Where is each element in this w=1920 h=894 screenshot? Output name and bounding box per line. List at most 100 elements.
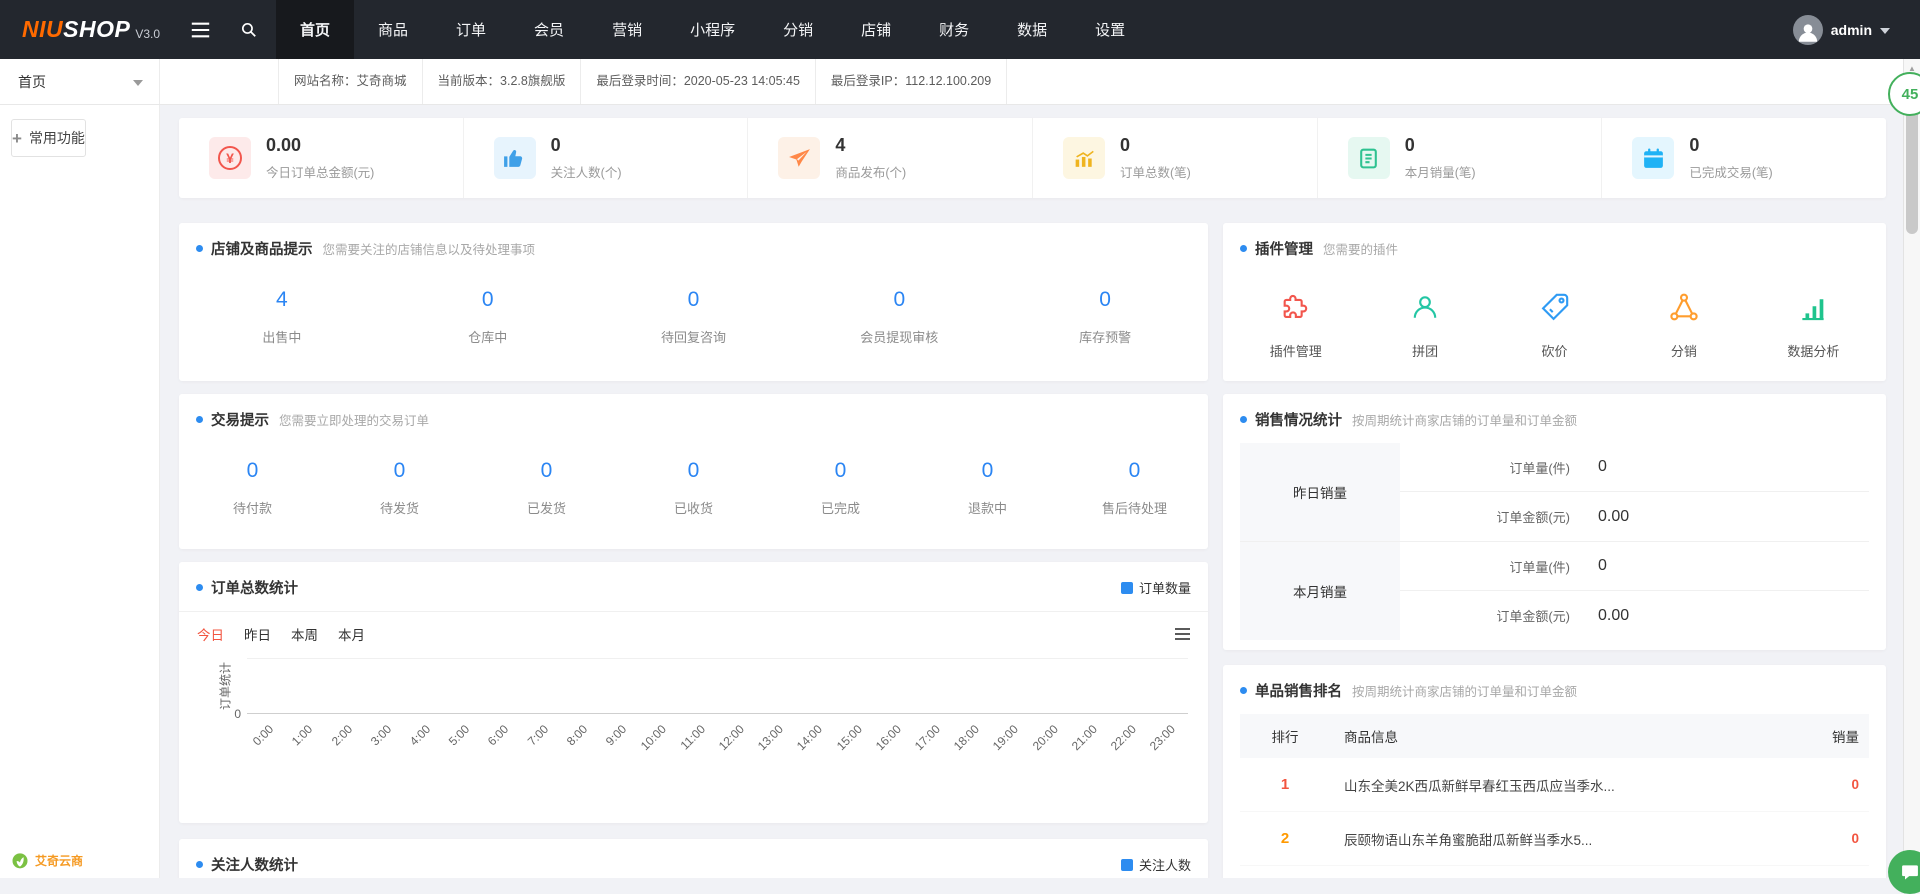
tip-in-warehouse[interactable]: 0 仓库中 [385, 288, 591, 346]
x-axis-label: 11:00 [678, 714, 717, 800]
sales-count: 0 [1779, 831, 1869, 846]
bullet-icon [196, 584, 203, 591]
tip-withdraw-review[interactable]: 0 会员提现审核 [796, 288, 1002, 346]
bullet-icon [1240, 687, 1247, 694]
menu-item-marketing[interactable]: 营销 [588, 0, 666, 59]
tip-aftersale-pending[interactable]: 0 售后待处理 [1061, 459, 1208, 517]
chevron-down-icon [133, 80, 143, 86]
stat-label: 已完成交易(笔) [1689, 162, 1772, 181]
stat-value: 0.00 [266, 135, 374, 156]
stat-value: 0 [551, 135, 622, 156]
user-icon [1795, 19, 1821, 45]
x-axis-label: 16:00 [874, 714, 913, 800]
rank-number: 2 [1240, 830, 1330, 847]
tip-stock-warning[interactable]: 0 库存预警 [1002, 288, 1208, 346]
chart-toolbox-icon[interactable] [1175, 628, 1190, 640]
menu-item-orders[interactable]: 订单 [432, 0, 510, 59]
quick-functions-button[interactable]: + 常用功能 [11, 119, 86, 157]
menu-toggle-button[interactable] [176, 0, 224, 59]
network-icon [1667, 290, 1701, 324]
vertical-scrollbar[interactable]: ▲ ▼ [1903, 59, 1920, 878]
menu-item-goods[interactable]: 商品 [354, 0, 432, 59]
username: admin [1831, 22, 1872, 38]
x-axis-label: 10:00 [639, 714, 678, 800]
menu-item-members[interactable]: 会员 [510, 0, 588, 59]
money-icon: ¥ [209, 137, 251, 179]
stat-followers: 0 关注人数(个) [464, 118, 749, 198]
tab-yesterday[interactable]: 昨日 [244, 624, 271, 644]
bullet-icon [196, 416, 203, 423]
tab-this-week[interactable]: 本周 [291, 624, 318, 644]
plugin-distribution[interactable]: 分销 [1619, 290, 1748, 360]
table-row[interactable]: 2 辰颐物语山东羊角蜜脆甜瓜新鲜当季水5... 0 [1240, 812, 1869, 866]
sidebar-menu-title: 首页 [18, 72, 46, 92]
x-axis-label: 17:00 [913, 714, 952, 800]
plugin-manager[interactable]: 插件管理 [1231, 290, 1360, 360]
menu-item-data[interactable]: 数据 [993, 0, 1071, 59]
plugin-data-analysis[interactable]: 数据分析 [1749, 290, 1878, 360]
x-axis-label: 0:00 [247, 714, 286, 800]
tip-to-ship[interactable]: 0 待发货 [326, 459, 473, 517]
chat-bubble-icon [1900, 862, 1920, 882]
card-header: 单品销售排名 按周期统计商家店铺的订单量和订单金额 [1223, 665, 1886, 714]
trade-tips-card: 交易提示 您需要立即处理的交易订单 0 待付款 0 待发货 0 已发货 [179, 394, 1208, 549]
tip-shipped[interactable]: 0 已发货 [473, 459, 620, 517]
tip-on-sale[interactable]: 4 出售中 [179, 288, 385, 346]
menu-item-home[interactable]: 首页 [276, 0, 354, 59]
table-row: 订单金额(元) 0.00 [1400, 591, 1869, 640]
app-logo[interactable]: NIUSHOP V3.0 [0, 0, 176, 59]
y-axis-tick: 0 [223, 707, 241, 721]
table-row: 订单量(件) 0 [1400, 542, 1869, 591]
bullet-icon [196, 245, 203, 252]
followers-chart-card: 关注人数统计 关注人数 [179, 839, 1208, 878]
product-name[interactable]: 辰颐物语山东羊角蜜脆甜瓜新鲜当季水5... [1330, 829, 1779, 849]
x-axis-label: 7:00 [521, 714, 560, 800]
legend-swatch [1121, 582, 1133, 594]
plugin-bargain[interactable]: 砍价 [1490, 290, 1619, 360]
card-title: 单品销售排名 [1255, 680, 1342, 701]
right-column: 插件管理 您需要的插件 插件管理 拼团 砍价 [1223, 223, 1886, 878]
menu-item-miniprogram[interactable]: 小程序 [666, 0, 759, 59]
tip-pending-replies[interactable]: 0 待回复咨询 [591, 288, 797, 346]
tab-this-month[interactable]: 本月 [338, 624, 365, 644]
floating-service-button[interactable] [1888, 850, 1920, 894]
user-menu[interactable]: admin [1793, 0, 1920, 59]
footer-brand: 艾奇云商 [10, 850, 83, 870]
shop-tips-body: 4 出售中 0 仓库中 0 待回复咨询 0 会员提现审核 [179, 272, 1208, 346]
site-info-bar: 网站名称：艾奇商城 当前版本：3.2.8旗舰版 最后登录时间：2020-05-2… [278, 59, 1007, 104]
tip-refunding[interactable]: 0 退款中 [914, 459, 1061, 517]
x-axis-label: 9:00 [600, 714, 639, 800]
tip-completed[interactable]: 0 已完成 [767, 459, 914, 517]
footer-brand-name: 艾奇云商 [35, 852, 83, 869]
card-header: 插件管理 您需要的插件 [1223, 223, 1886, 272]
brand-leaf-icon [10, 850, 30, 870]
menu-item-shop[interactable]: 店铺 [837, 0, 915, 59]
thumbs-up-icon [494, 137, 536, 179]
table-row[interactable]: 1 山东全美2K西瓜新鲜早春红玉西瓜应当季水... 0 [1240, 758, 1869, 812]
sub-header: 首页 网站名称：艾奇商城 当前版本：3.2.8旗舰版 最后登录时间：2020-0… [0, 59, 1903, 105]
tip-received[interactable]: 0 已收货 [620, 459, 767, 517]
legend-order-count[interactable]: 订单数量 [1121, 578, 1191, 597]
sidebar-menu-header[interactable]: 首页 [0, 59, 160, 104]
menu-item-settings[interactable]: 设置 [1071, 0, 1149, 59]
hamburger-icon [191, 22, 210, 38]
chart-period-tabs: 今日 昨日 本周 本月 [179, 612, 1208, 648]
legend-swatch [1121, 859, 1133, 871]
search-button[interactable] [224, 0, 272, 59]
menu-item-distribution[interactable]: 分销 [759, 0, 837, 59]
main-menu: 首页 商品 订单 会员 营销 小程序 分销 店铺 财务 数据 设置 [276, 0, 1149, 59]
tip-unpaid[interactable]: 0 待付款 [179, 459, 326, 517]
card-title: 插件管理 [1255, 238, 1313, 259]
bullet-icon [1240, 245, 1247, 252]
avatar [1793, 15, 1823, 45]
stat-label: 订单总数(笔) [1120, 162, 1191, 181]
plugin-group-buy[interactable]: 拼团 [1360, 290, 1489, 360]
stat-label: 关注人数(个) [551, 162, 622, 181]
menu-item-finance[interactable]: 财务 [915, 0, 993, 59]
card-header: 交易提示 您需要立即处理的交易订单 [179, 394, 1208, 443]
legend-followers[interactable]: 关注人数 [1121, 855, 1191, 874]
x-axis-label: 22:00 [1109, 714, 1148, 800]
tab-today[interactable]: 今日 [197, 624, 224, 644]
card-subtitle: 按周期统计商家店铺的订单量和订单金额 [1352, 681, 1577, 700]
product-name[interactable]: 山东全美2K西瓜新鲜早春红玉西瓜应当季水... [1330, 775, 1779, 795]
